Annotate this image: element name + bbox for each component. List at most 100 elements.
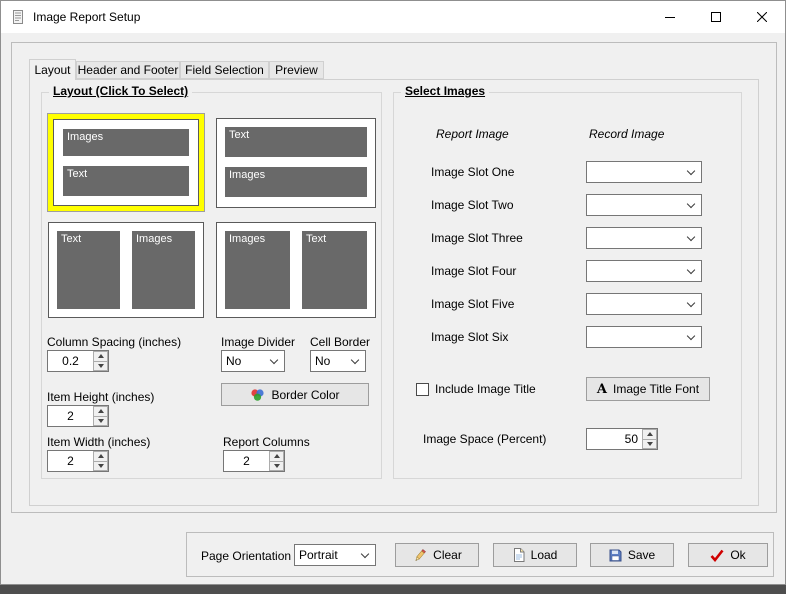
spinner-up-button[interactable] — [93, 351, 108, 362]
chevron-down-icon — [686, 331, 696, 340]
spinner-down-button[interactable] — [642, 439, 657, 449]
preview-col-text: Text — [302, 231, 367, 309]
spinner-up-button[interactable] — [269, 451, 284, 462]
spinner-down-button[interactable] — [269, 461, 284, 471]
image-slot-two-combobox[interactable] — [586, 194, 702, 216]
layout-groupbox-title: Layout (Click To Select) — [49, 84, 193, 98]
item-width-label: Item Width (inches) — [47, 435, 151, 449]
report-columns-spinner[interactable]: 2 — [223, 450, 285, 472]
spinner-value: 2 — [67, 454, 74, 468]
caption-buttons — [647, 1, 785, 33]
save-button[interactable]: Save — [590, 543, 674, 567]
down-arrow-icon — [97, 418, 104, 423]
spinner-up-button[interactable] — [93, 451, 108, 462]
preview-columns: Text Images — [57, 231, 195, 309]
tab-label: Layout — [34, 63, 71, 77]
spinner-up-button[interactable] — [642, 429, 657, 440]
spinner-up-button[interactable] — [93, 406, 108, 417]
chevron-down-icon — [269, 355, 279, 364]
image-title-font-button[interactable]: A Image Title Font — [586, 377, 710, 401]
image-slot-four-combobox[interactable] — [586, 260, 702, 282]
spinner-value: 0.2 — [62, 354, 79, 368]
spinner-down-button[interactable] — [93, 361, 108, 371]
image-slot-one-combobox[interactable] — [586, 161, 702, 183]
pencil-icon — [412, 548, 427, 563]
spinner-buttons — [93, 406, 108, 426]
item-height-spinner[interactable]: 2 — [47, 405, 109, 427]
image-slot-five-combobox[interactable] — [586, 293, 702, 315]
image-divider-combobox[interactable]: No — [221, 350, 285, 372]
chevron-down-icon — [686, 232, 696, 241]
image-slot-six-combobox[interactable] — [586, 326, 702, 348]
layout-preview-images-over-text[interactable]: Images Text — [48, 114, 204, 211]
cell-border-combobox[interactable]: No — [310, 350, 366, 372]
border-color-button[interactable]: Border Color — [221, 383, 369, 406]
tab-label: Field Selection — [185, 63, 264, 77]
spinner-buttons — [642, 429, 657, 449]
image-slot-one-label: Image Slot One — [431, 165, 515, 179]
tab-preview[interactable]: Preview — [269, 61, 324, 79]
layout-preview-images-beside-text[interactable]: Images Text — [216, 222, 376, 318]
close-button[interactable] — [739, 1, 785, 33]
down-arrow-icon — [646, 441, 653, 446]
image-space-spinner[interactable]: 50 — [586, 428, 658, 450]
up-arrow-icon — [97, 454, 104, 459]
minimize-button[interactable] — [647, 1, 693, 33]
chevron-down-icon — [360, 549, 370, 558]
layout-preview-text-beside-images[interactable]: Text Images — [48, 222, 204, 318]
button-label: Image Title Font — [613, 382, 700, 396]
up-arrow-icon — [97, 409, 104, 414]
preview-col-images: Images — [225, 231, 290, 309]
down-arrow-icon — [97, 363, 104, 368]
spinner-value: 2 — [67, 409, 74, 423]
image-slot-four-label: Image Slot Four — [431, 264, 517, 278]
spinner-down-button[interactable] — [93, 461, 108, 471]
spinner-down-button[interactable] — [93, 416, 108, 426]
chevron-down-icon — [686, 298, 696, 307]
font-icon: A — [596, 381, 608, 397]
include-image-title-label: Include Image Title — [435, 382, 536, 396]
button-label: Border Color — [271, 387, 340, 402]
tab-header-and-footer[interactable]: Header and Footer — [76, 61, 180, 79]
preview-bars: Images Text — [63, 129, 189, 196]
spinner-value: 50 — [624, 432, 638, 446]
image-slot-six-label: Image Slot Six — [431, 330, 509, 344]
column-spacing-spinner[interactable]: 0.2 — [47, 350, 109, 372]
app-icon — [10, 9, 26, 25]
chevron-down-icon — [686, 166, 696, 175]
tab-label: Preview — [275, 63, 318, 77]
item-height-label: Item Height (inches) — [47, 390, 155, 404]
spinner-value: 2 — [243, 454, 250, 468]
preview-columns: Images Text — [225, 231, 367, 309]
preview-bar-text: Text — [63, 166, 189, 196]
include-image-title-checkbox[interactable] — [416, 383, 429, 396]
tab-layout[interactable]: Layout — [29, 59, 76, 80]
spinner-buttons — [269, 451, 284, 471]
item-width-spinner[interactable]: 2 — [47, 450, 109, 472]
taskbar-strip — [0, 585, 786, 594]
ok-button[interactable]: Ok — [688, 543, 768, 567]
image-slot-two-label: Image Slot Two — [431, 198, 514, 212]
button-label: Clear — [433, 548, 462, 562]
tab-field-selection[interactable]: Field Selection — [180, 61, 269, 79]
page-orientation-label: Page Orientation — [201, 549, 292, 563]
image-slot-three-combobox[interactable] — [586, 227, 702, 249]
maximize-button[interactable] — [693, 1, 739, 33]
page-orientation-combobox[interactable]: Portrait — [294, 544, 376, 566]
combobox-value: No — [315, 354, 331, 368]
titlebar: Image Report Setup — [1, 1, 785, 33]
image-space-label: Image Space (Percent) — [423, 432, 547, 446]
spinner-buttons — [93, 451, 108, 471]
button-label: Ok — [730, 548, 746, 562]
column-spacing-label: Column Spacing (inches) — [47, 335, 182, 349]
chevron-down-icon — [686, 199, 696, 208]
preview-col-label: Images — [229, 233, 266, 245]
minimize-icon — [665, 17, 675, 18]
layout-preview-text-over-images[interactable]: Text Images — [216, 118, 376, 208]
tab-label: Header and Footer — [77, 63, 179, 77]
preview-col-text: Text — [57, 231, 120, 309]
button-label: Save — [627, 548, 656, 562]
clear-button[interactable]: Clear — [395, 543, 479, 567]
load-button[interactable]: Load — [493, 543, 577, 567]
save-icon — [609, 549, 622, 562]
